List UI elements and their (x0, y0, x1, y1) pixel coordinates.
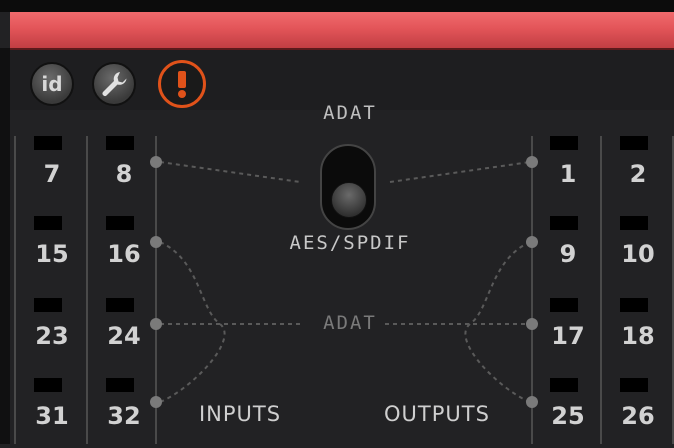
input-channel[interactable]: 23 (20, 298, 80, 368)
channel-number: 16 (107, 240, 141, 268)
channel-number: 8 (115, 160, 133, 188)
channel-led (106, 136, 134, 150)
input-channel[interactable]: 15 (20, 216, 80, 286)
column-divider (14, 136, 16, 444)
channel-led (620, 216, 648, 230)
output-channel[interactable]: 10 (606, 216, 666, 286)
input-channel[interactable]: 8 (92, 136, 152, 206)
channel-led (34, 298, 62, 312)
channel-led (106, 216, 134, 230)
output-channel[interactable]: 26 (606, 378, 666, 448)
output-channel[interactable]: 1 (536, 136, 596, 206)
channel-number: 2 (629, 160, 647, 188)
input-channel[interactable]: 16 (92, 216, 152, 286)
channel-number: 24 (107, 322, 141, 350)
channel-led (34, 216, 62, 230)
channel-number: 15 (35, 240, 69, 268)
column-divider (600, 136, 602, 444)
channel-number: 18 (621, 322, 655, 350)
channel-led (106, 298, 134, 312)
channel-number: 17 (551, 322, 585, 350)
input-channel[interactable]: 24 (92, 298, 152, 368)
input-channel[interactable]: 32 (92, 378, 152, 448)
channel-number: 23 (35, 322, 69, 350)
switch-knob[interactable] (331, 182, 367, 218)
column-divider (86, 136, 88, 444)
channel-led (620, 378, 648, 392)
output-channel[interactable]: 9 (536, 216, 596, 286)
channel-number: 1 (559, 160, 577, 188)
input-channel[interactable]: 31 (20, 378, 80, 448)
output-channel[interactable]: 18 (606, 298, 666, 368)
channel-led (106, 378, 134, 392)
channel-led (550, 378, 578, 392)
adat-aes-switch[interactable] (320, 144, 376, 230)
output-channel[interactable]: 17 (536, 298, 596, 368)
output-channel[interactable]: 2 (606, 136, 666, 206)
channel-led (620, 136, 648, 150)
channel-number: 10 (621, 240, 655, 268)
channel-number: 26 (621, 402, 655, 430)
channel-number: 7 (43, 160, 61, 188)
output-channel[interactable]: 25 (536, 378, 596, 448)
channel-led (550, 298, 578, 312)
channel-led (550, 136, 578, 150)
channel-number: 9 (559, 240, 577, 268)
input-channel[interactable]: 7 (20, 136, 80, 206)
channel-number: 31 (35, 402, 69, 430)
channel-number: 25 (551, 402, 585, 430)
channel-led (34, 136, 62, 150)
channel-led (620, 298, 648, 312)
channel-led (34, 378, 62, 392)
channel-led (550, 216, 578, 230)
channel-number: 32 (107, 402, 141, 430)
